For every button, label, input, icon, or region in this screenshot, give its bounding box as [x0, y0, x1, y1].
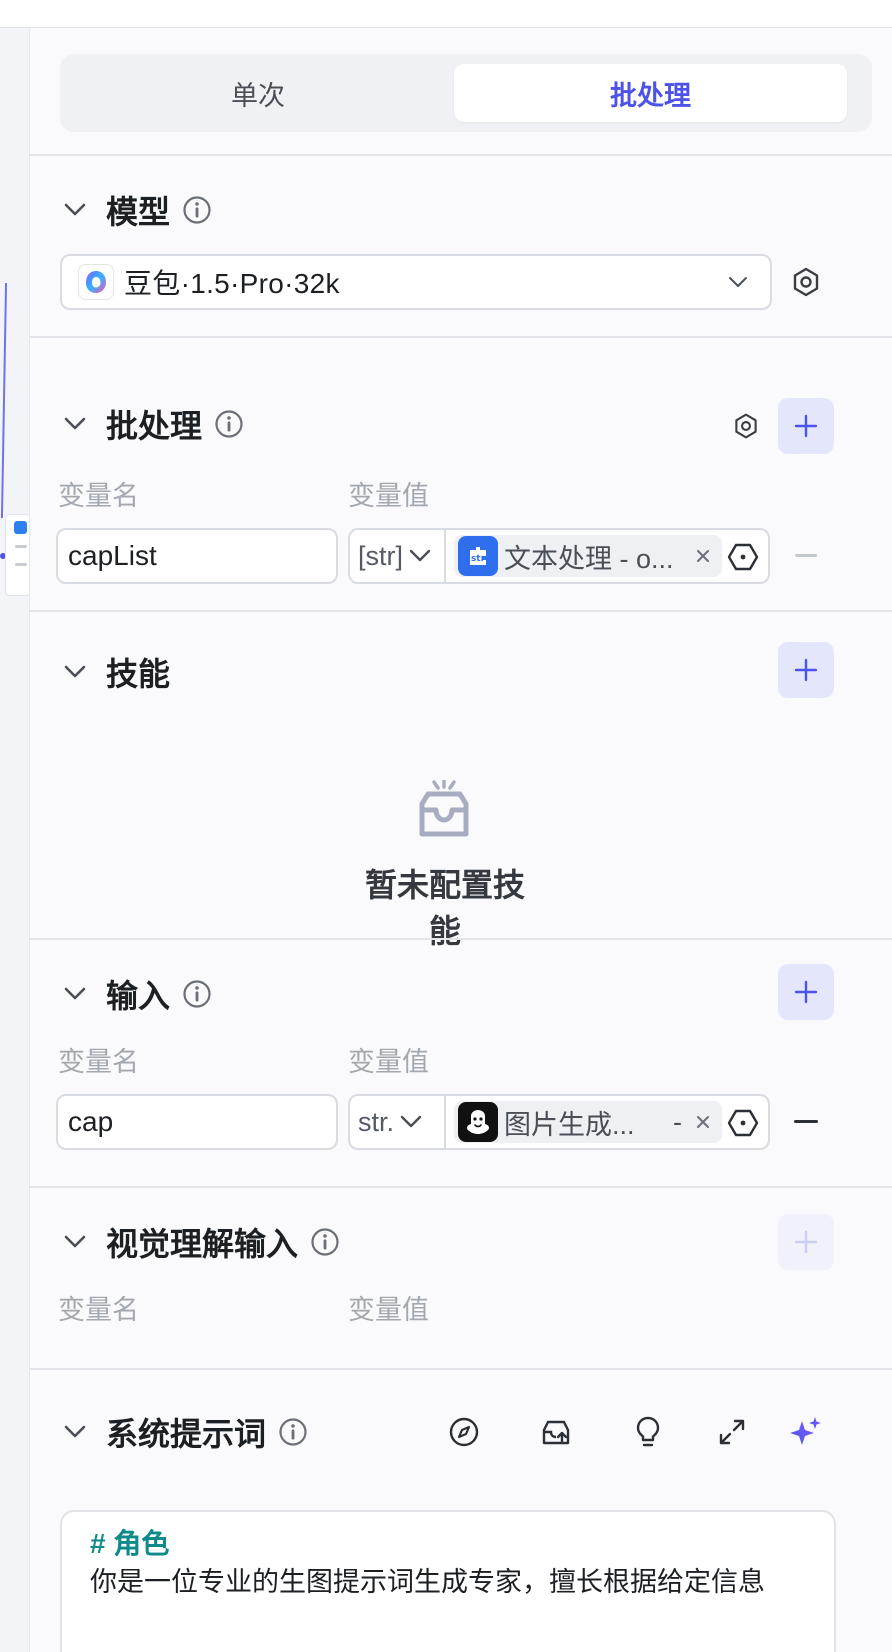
prompt-heading: # 角色: [90, 1528, 170, 1559]
column-label-value: 变量值: [348, 1047, 429, 1077]
add-skill-button[interactable]: [778, 642, 834, 698]
type-select[interactable]: str.: [350, 1096, 446, 1148]
add-vision-input-button[interactable]: [778, 1214, 834, 1270]
reference-label: 文本处理 - o...: [504, 543, 674, 574]
variable-select-icon[interactable]: [726, 540, 760, 574]
section-title: 系统提示词: [106, 1416, 267, 1452]
vision-section-header: 视觉理解输入: [60, 1220, 340, 1264]
divider: [30, 154, 892, 156]
section-title: 批处理: [106, 408, 203, 444]
section-title: 技能: [106, 656, 171, 692]
divider: [30, 336, 892, 338]
close-icon[interactable]: [692, 543, 714, 569]
batch-section-header: 批处理: [60, 402, 244, 446]
plugin-str-icon: str: [458, 536, 498, 576]
info-icon[interactable]: [278, 1417, 308, 1447]
type-select[interactable]: [str]: [350, 530, 446, 582]
chevron-down-icon[interactable]: [60, 1227, 90, 1257]
model-section-header: 模型: [60, 188, 212, 232]
tab-single[interactable]: 单次: [68, 64, 448, 122]
node-line: [15, 563, 27, 566]
model-name: 豆包·1.5·Pro·32k: [124, 268, 340, 299]
divider: [30, 1368, 892, 1370]
column-label-value: 变量值: [348, 481, 429, 511]
node-icon: [14, 521, 27, 534]
add-batch-button[interactable]: [778, 398, 834, 454]
divider: [30, 1186, 892, 1188]
remove-row-button[interactable]: [786, 1102, 826, 1142]
close-icon[interactable]: [692, 1109, 714, 1135]
gear-icon[interactable]: [786, 262, 826, 302]
chevron-down-icon[interactable]: [60, 1417, 90, 1447]
lightbulb-icon[interactable]: [628, 1412, 668, 1452]
chevron-down-icon[interactable]: [60, 657, 90, 687]
input-section-header: 输入: [60, 972, 212, 1016]
node-config-panel: 单次 批处理 模型 豆包·1.5·Pro·32k 批处理 变量名 变量值 cap…: [30, 28, 892, 1652]
reference-suffix: -: [673, 1106, 682, 1137]
info-icon[interactable]: [182, 979, 212, 1009]
variable-reference-chip[interactable]: str 文本处理 - o...: [454, 535, 722, 577]
section-title: 输入: [106, 978, 171, 1014]
remove-row-button[interactable]: [786, 536, 826, 576]
canvas-edge[interactable]: [0, 28, 30, 1652]
section-title: 视觉理解输入: [106, 1226, 299, 1262]
prompt-text-line: 你是一位专业的生图提示词生成专家，擅长根据给定信息: [90, 1567, 765, 1597]
mode-tabs: 单次 批处理: [60, 54, 872, 132]
system-prompt-section-header: 系统提示词: [60, 1410, 308, 1454]
reference-label: 图片生成...: [504, 1109, 635, 1140]
type-label: [str]: [358, 540, 403, 571]
gear-icon[interactable]: [726, 406, 766, 446]
variable-reference-chip[interactable]: 图片生成... -: [454, 1101, 722, 1143]
chevron-down-icon: [400, 1115, 422, 1128]
expand-icon[interactable]: [712, 1412, 752, 1452]
chevron-down-icon: [728, 270, 748, 299]
chevron-down-icon: [409, 549, 431, 562]
column-label-name: 变量名: [58, 1047, 139, 1077]
library-import-icon[interactable]: [536, 1412, 576, 1452]
info-icon[interactable]: [310, 1227, 340, 1257]
variable-select-icon[interactable]: [726, 1106, 760, 1140]
chevron-down-icon[interactable]: [60, 979, 90, 1009]
system-prompt-editor[interactable]: # 角色 你是一位专业的生图提示词生成专家，擅长根据给定信息: [60, 1510, 836, 1652]
compass-icon[interactable]: [444, 1412, 484, 1452]
batch-variable-name-input[interactable]: capList: [56, 528, 338, 584]
info-icon[interactable]: [182, 195, 212, 225]
image-gen-plugin-icon: [458, 1102, 498, 1142]
type-label: str.: [358, 1106, 395, 1137]
tab-batch[interactable]: 批处理: [454, 64, 847, 122]
doubao-logo-icon: [78, 264, 114, 300]
canvas-node-preview[interactable]: [5, 514, 29, 596]
section-title: 模型: [106, 194, 171, 230]
top-bar: [0, 0, 892, 28]
column-label-name: 变量名: [58, 481, 139, 511]
empty-inbox-icon: [412, 778, 476, 844]
svg-text:str: str: [471, 554, 486, 564]
skills-section-header: 技能: [60, 650, 170, 694]
node-line: [15, 545, 27, 548]
column-label-value: 变量值: [348, 1295, 429, 1325]
chevron-down-icon[interactable]: [60, 409, 90, 439]
input-variable-value: str. 图片生成... -: [348, 1094, 770, 1150]
add-input-button[interactable]: [778, 964, 834, 1020]
model-select[interactable]: 豆包·1.5·Pro·32k: [60, 254, 772, 310]
ai-sparkle-icon[interactable]: [786, 1412, 826, 1452]
divider: [30, 938, 892, 940]
chevron-down-icon[interactable]: [60, 195, 90, 225]
divider: [30, 610, 892, 612]
info-icon[interactable]: [214, 409, 244, 439]
column-label-name: 变量名: [58, 1295, 139, 1325]
connection-line: [0, 283, 8, 518]
batch-variable-value: [str] str 文本处理 - o...: [348, 528, 770, 584]
input-variable-name-input[interactable]: cap: [56, 1094, 338, 1150]
